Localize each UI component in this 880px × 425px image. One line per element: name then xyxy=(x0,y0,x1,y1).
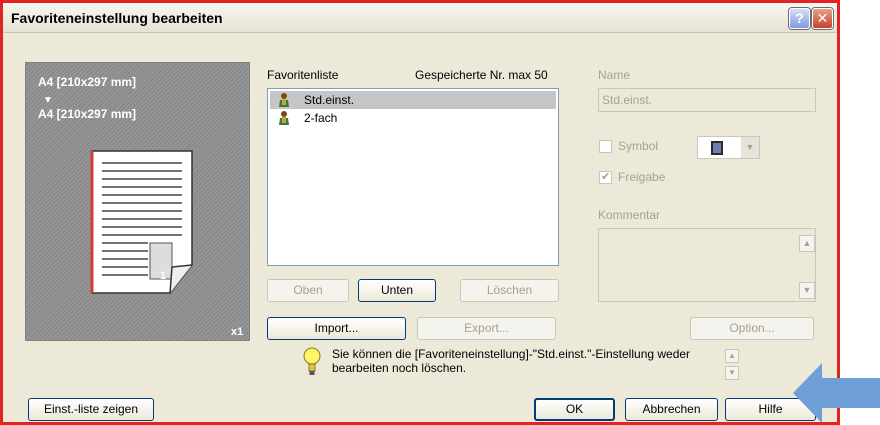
list-item-label: Std.einst. xyxy=(304,93,355,107)
share-checkbox[interactable]: ✔ xyxy=(599,171,612,184)
target-paper-size: A4 [210x297 mm] xyxy=(38,107,137,121)
dialog-title: Favoriteneinstellung bearbeiten xyxy=(11,10,223,26)
annotation-arrow-icon xyxy=(793,363,880,423)
favorites-list-label: Favoritenliste xyxy=(267,68,339,82)
favorites-list[interactable]: Std.einst. 2-fach xyxy=(267,88,559,266)
name-field[interactable]: Std.einst. xyxy=(598,88,816,112)
name-label: Name xyxy=(598,68,631,82)
delete-button[interactable]: Löschen xyxy=(460,279,559,302)
document-icon xyxy=(711,141,723,155)
saved-count-label: Gespeicherte Nr. max 50 xyxy=(415,68,548,82)
comment-field[interactable] xyxy=(598,228,816,302)
symbol-label: Symbol xyxy=(618,139,659,153)
favorite-settings-icon xyxy=(279,111,289,125)
list-item[interactable]: 2-fach xyxy=(270,109,556,127)
symbol-checkbox[interactable] xyxy=(599,140,612,153)
import-button[interactable]: Import... xyxy=(267,317,406,340)
copies-count: x1 xyxy=(231,326,244,338)
info-message-line: Sie können die [Favoriteneinstellung]-"S… xyxy=(332,347,691,361)
scroll-down-icon[interactable]: ▼ xyxy=(725,366,739,380)
page-preview-icon xyxy=(90,150,193,294)
scroll-up-icon[interactable]: ▲ xyxy=(799,235,815,252)
comment-label: Kommentar xyxy=(598,208,661,222)
move-up-button[interactable]: Oben xyxy=(267,279,349,302)
show-settings-list-button[interactable]: Einst.-liste zeigen xyxy=(28,398,154,421)
ok-button[interactable]: OK xyxy=(534,398,615,421)
cancel-button[interactable]: Abbrechen xyxy=(625,398,718,421)
down-arrow-icon: ▼ xyxy=(43,95,53,106)
symbol-select[interactable]: ▼ xyxy=(697,136,760,159)
close-icon[interactable]: ✕ xyxy=(812,8,833,29)
page-preview: A4 [210x297 mm] ▼ A4 [210x297 mm] 1 x1 xyxy=(25,62,250,341)
lightbulb-icon xyxy=(303,347,321,375)
help-icon[interactable]: ? xyxy=(789,8,810,29)
chevron-down-icon: ▼ xyxy=(741,137,759,158)
source-paper-size: A4 [210x297 mm] xyxy=(38,75,137,89)
scroll-up-icon[interactable]: ▲ xyxy=(725,349,739,363)
scroll-down-icon[interactable]: ▼ xyxy=(799,282,815,299)
share-label: Freigabe xyxy=(618,170,666,184)
favorite-settings-icon xyxy=(279,93,289,107)
list-item-label: 2-fach xyxy=(304,111,338,125)
title-bar: Favoriteneinstellung bearbeiten ? ✕ xyxy=(3,3,837,33)
info-message: Sie können die [Favoriteneinstellung]-"S… xyxy=(332,347,722,375)
list-item[interactable]: Std.einst. xyxy=(270,91,556,109)
export-button[interactable]: Export... xyxy=(417,317,556,340)
page-number: 1 xyxy=(160,270,167,282)
info-message-line: bearbeiten noch löschen. xyxy=(332,361,467,375)
checkmark-icon: ✔ xyxy=(601,171,611,183)
favorite-settings-dialog: Favoriteneinstellung bearbeiten ? ✕ A4 [… xyxy=(0,0,840,425)
option-button[interactable]: Option... xyxy=(690,317,814,340)
move-down-button[interactable]: Unten xyxy=(358,279,436,302)
